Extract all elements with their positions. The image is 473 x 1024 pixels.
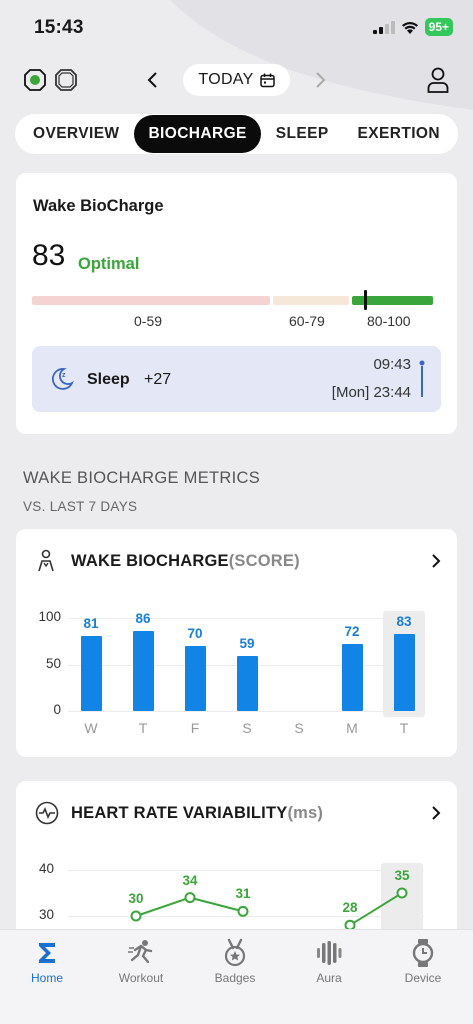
signal-icon bbox=[372, 20, 395, 34]
tab-exertion[interactable]: EXERTION bbox=[344, 115, 454, 153]
point-value-label: 34 bbox=[182, 872, 198, 888]
point-value-label: 35 bbox=[394, 868, 410, 883]
sleep-start-time: [Mon] 23:44 bbox=[331, 384, 411, 401]
x-tick-label: S bbox=[242, 720, 252, 736]
bar-value-label: 83 bbox=[396, 613, 412, 629]
sleep-delta: +27 bbox=[144, 371, 172, 388]
moon-icon: z bbox=[52, 368, 74, 390]
sleep-end-time: 09:43 bbox=[373, 356, 411, 373]
nav-aura-label: Aura bbox=[316, 971, 342, 985]
device-secondary-icon[interactable] bbox=[55, 69, 77, 91]
range-mid-bar bbox=[273, 296, 349, 305]
grid-line bbox=[68, 618, 424, 619]
bar-value-label: 70 bbox=[187, 625, 203, 641]
nav-aura[interactable]: Aura bbox=[282, 930, 376, 1000]
point-value-label: 30 bbox=[128, 891, 144, 906]
watch-icon bbox=[412, 939, 434, 967]
bottom-navigation: Home Workout Badges Aura Device bbox=[0, 929, 473, 1024]
range-low-label: 0-59 bbox=[134, 313, 163, 329]
tab-biocharge[interactable]: BIOCHARGE bbox=[134, 115, 261, 153]
nav-home[interactable]: Home bbox=[0, 930, 94, 1000]
sleep-timeline-icon bbox=[419, 360, 425, 397]
biocharge-status: Optimal bbox=[78, 255, 140, 273]
tab-overview[interactable]: OVERVIEW bbox=[19, 115, 133, 153]
y-tick-label: 0 bbox=[53, 702, 61, 717]
bar bbox=[185, 645, 206, 711]
grid-line bbox=[68, 711, 424, 712]
bar bbox=[81, 635, 102, 711]
tab-bar: OVERVIEW BIOCHARGE SLEEP EXERTION bbox=[15, 114, 458, 154]
medal-icon bbox=[224, 938, 246, 967]
chevron-right-icon[interactable] bbox=[313, 71, 327, 89]
status-time: 15:43 bbox=[34, 17, 84, 38]
data-point bbox=[184, 892, 196, 904]
calendar-icon bbox=[259, 73, 275, 87]
runner-icon bbox=[128, 940, 153, 964]
metrics-section-title: WAKE BIOCHARGE METRICS bbox=[23, 469, 261, 487]
device-connected-icon[interactable] bbox=[24, 69, 46, 91]
bar bbox=[394, 633, 415, 711]
aura-icon bbox=[317, 941, 342, 965]
x-tick-label: T bbox=[399, 720, 409, 736]
nav-badges-label: Badges bbox=[214, 971, 256, 985]
data-point bbox=[396, 887, 408, 899]
x-tick-label: F bbox=[190, 720, 200, 736]
nav-home-label: Home bbox=[30, 971, 63, 985]
nav-device-label: Device bbox=[404, 971, 442, 985]
biocharge-bar-chart: 100 50 0 81 W 86 T 70 F 59 S S 72 M 83 T bbox=[16, 529, 457, 757]
x-tick-label: S bbox=[294, 720, 304, 736]
metrics-section-subtitle: VS. LAST 7 DAYS bbox=[23, 499, 138, 514]
sleep-label: Sleep bbox=[87, 371, 130, 388]
range-mid-label: 60-79 bbox=[289, 313, 325, 329]
wifi-icon bbox=[401, 21, 418, 34]
wake-biocharge-card: Wake BioCharge 83 Optimal 0-59 60-79 80-… bbox=[16, 173, 457, 434]
bar-value-label: 81 bbox=[83, 615, 99, 631]
range-low-bar bbox=[32, 296, 270, 305]
point-value-label: 31 bbox=[235, 886, 251, 902]
chevron-left-icon[interactable] bbox=[146, 71, 160, 89]
date-label: TODAY bbox=[198, 71, 254, 88]
y-tick-label: 50 bbox=[45, 655, 61, 671]
y-tick-label: 100 bbox=[38, 609, 61, 624]
x-tick-label: W bbox=[84, 720, 98, 736]
bar-value-label: 72 bbox=[344, 624, 360, 640]
battery-indicator: 95+ bbox=[424, 18, 453, 36]
x-tick-label: M bbox=[346, 720, 358, 736]
x-tick-label: T bbox=[138, 720, 148, 736]
card-title: Wake BioCharge bbox=[33, 197, 164, 215]
data-point bbox=[130, 910, 142, 922]
nav-workout-label: Workout bbox=[118, 971, 164, 985]
bar bbox=[342, 644, 363, 711]
status-icons: 95+ bbox=[372, 18, 453, 36]
date-selector[interactable]: TODAY bbox=[183, 64, 290, 96]
tab-sleep[interactable]: SLEEP bbox=[262, 115, 343, 153]
bar bbox=[237, 656, 258, 711]
sigma-icon bbox=[39, 943, 55, 963]
profile-icon[interactable] bbox=[427, 67, 449, 93]
nav-device[interactable]: Device bbox=[376, 930, 470, 1000]
sleep-summary-row[interactable]: z Sleep +27 09:43 [Mon] 23:44 bbox=[32, 346, 441, 412]
data-point bbox=[237, 905, 249, 917]
nav-badges[interactable]: Badges bbox=[188, 930, 282, 1000]
bar bbox=[133, 631, 154, 711]
biocharge-score: 83 bbox=[32, 239, 66, 272]
range-high-label: 80-100 bbox=[367, 313, 411, 329]
nav-workout[interactable]: Workout bbox=[94, 930, 188, 1000]
svg-text:z: z bbox=[62, 372, 66, 379]
bar-value-label: 59 bbox=[239, 636, 255, 652]
bar-value-label: 86 bbox=[135, 611, 151, 627]
score-marker bbox=[364, 290, 367, 310]
biocharge-chart-card[interactable]: WAKE BIOCHARGE(SCORE) 100 50 0 81 W 86 T 70 F 59 S… bbox=[16, 529, 457, 757]
point-value-label: 28 bbox=[342, 900, 358, 916]
